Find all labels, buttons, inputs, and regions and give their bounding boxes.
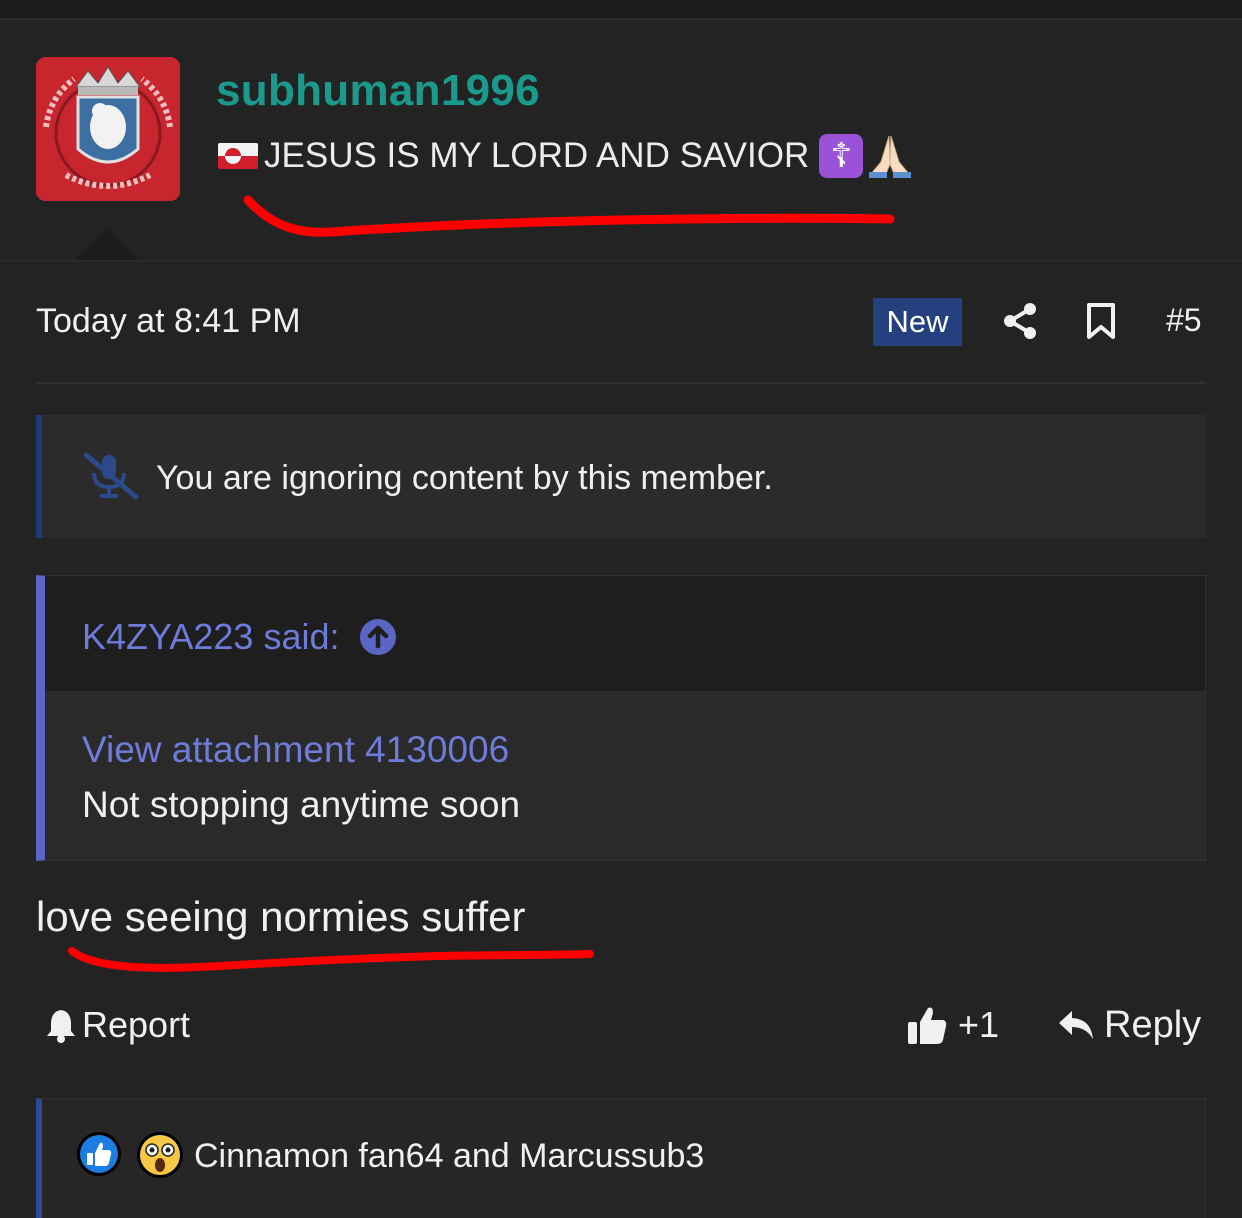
username[interactable]: subhuman1996 [216,66,540,116]
mute-icon [83,452,139,500]
greenland-flag-icon [218,143,258,169]
quote-header: K4ZYA223 said: [45,576,1205,691]
reactions-bar: Cinnamon fan64 and Marcussub3 [36,1098,1206,1218]
ignore-notice-text: You are ignoring content by this member. [156,459,773,497]
user-title: JESUS IS MY LORD AND SAVIOR ☦ [218,134,915,178]
attachment-link[interactable]: View attachment 4130006 [82,729,509,771]
quote-author-text[interactable]: K4ZYA223 said: [82,616,339,658]
post-date[interactable]: Today at 8:41 PM [36,302,301,341]
new-badge: New [873,298,962,346]
thumbs-up-icon [908,1007,947,1044]
like-reaction-icon [77,1132,121,1176]
quote-block: K4ZYA223 said: View attachment 4130006 N… [36,575,1206,861]
reactions-text[interactable]: Cinnamon fan64 and Marcussub3 [194,1137,704,1176]
avatar-seal-image [36,57,180,201]
wow-reaction-icon [137,1132,183,1178]
user-title-text: JESUS IS MY LORD AND SAVIOR [264,136,810,175]
up-arrow-icon[interactable] [359,618,397,656]
avatar-pointer [75,228,139,260]
bookmark-icon[interactable] [1086,302,1116,340]
like-count: +1 [958,1004,1000,1045]
like-button[interactable]: +1 [906,1000,999,1050]
user-avatar[interactable] [36,57,180,201]
report-label: Report [82,1004,191,1045]
bell-icon [47,1010,75,1043]
ignore-notice: You are ignoring content by this member. [36,415,1206,538]
praying-hands-icon [869,135,912,178]
post-actions: Report +1 Reply [36,1000,1206,1050]
reply-button[interactable]: Reply [1056,1000,1201,1050]
quote-text: Not stopping anytime soon [82,784,521,825]
top-divider [0,0,1242,20]
reply-label: Reply [1104,1003,1202,1046]
post-body: love seeing normies suffer [36,893,526,940]
report-button[interactable]: Report [44,1000,190,1050]
quote-author[interactable]: K4ZYA223 said: [82,616,397,658]
share-icon[interactable] [1002,302,1038,340]
orthodox-cross-icon: ☦ [819,134,864,178]
post-number[interactable]: #5 [1166,302,1202,339]
reply-icon [1059,1011,1093,1039]
post-meta-bar: Today at 8:41 PM New #5 [36,280,1206,384]
